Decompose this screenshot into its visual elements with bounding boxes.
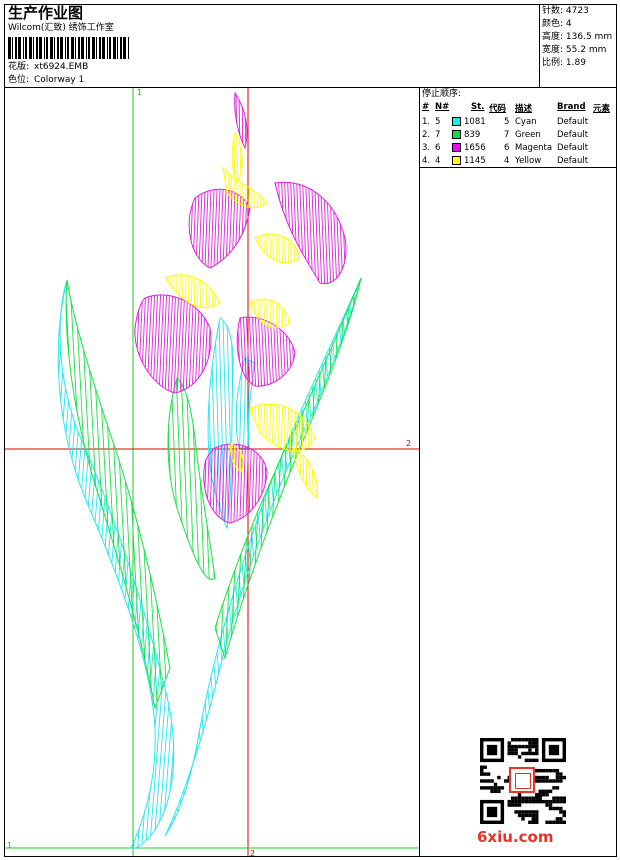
- row-code: 4: [504, 156, 510, 166]
- guide-label-vertical: 1: [137, 88, 143, 97]
- stat-row: 针数: 4723: [542, 5, 612, 17]
- petal-top-left: [188, 188, 251, 269]
- stat-label: 高度:: [542, 32, 564, 42]
- color-swatch: [452, 130, 461, 139]
- row-brand: Default: [557, 130, 589, 140]
- leaf-right-long: [164, 277, 362, 837]
- stat-value: 4723: [565, 6, 589, 16]
- col-header-description: 描述: [515, 104, 533, 114]
- page-title: 生产作业图: [8, 4, 84, 22]
- petal-lower: [203, 443, 268, 524]
- stat-value: 4: [565, 19, 572, 29]
- yellow-lower-right: [249, 403, 316, 452]
- leaf-inner: [167, 377, 216, 581]
- table-row: 4. 4 1145 4 Yellow Default: [422, 155, 617, 168]
- stat-value: 136.5 mm: [565, 32, 613, 42]
- stat-value: 1.89: [565, 58, 586, 68]
- stat-label: 颜色:: [542, 19, 564, 29]
- col-header-brand: Brand: [557, 102, 586, 112]
- yellow-fall-top: [254, 233, 301, 264]
- yellow-lower-center: [230, 442, 244, 473]
- guide-label-horizontal: 2: [406, 439, 412, 448]
- row-needle: 6: [435, 143, 441, 153]
- leaf-right-edge: [214, 277, 362, 660]
- bud-tip: [234, 91, 248, 150]
- row-brand: Default: [557, 117, 589, 127]
- row-needle: 4: [435, 156, 441, 166]
- row-description: Green: [515, 130, 541, 140]
- row-index: 3.: [422, 143, 431, 153]
- table-body: 1. 5 1081 5 Cyan Default 2. 7 839 7 Green Default 3.…: [422, 116, 617, 168]
- row-needle: 7: [435, 130, 441, 140]
- yellow-beard-top: [222, 166, 268, 209]
- stat-row: 比例: 1.89: [542, 57, 612, 69]
- stem-middle: [235, 357, 256, 449]
- table-row: 1. 5 1081 5 Cyan Default: [422, 116, 617, 129]
- col-header-needle: N#: [435, 102, 450, 112]
- row-description: Magenta: [515, 143, 553, 153]
- stat-row: 高度: 136.5 mm: [542, 31, 612, 43]
- stat-value: 55.2 mm: [565, 45, 607, 55]
- row-code: 6: [504, 143, 510, 153]
- petal-top-right: [274, 181, 347, 285]
- row-stitches: 1081: [464, 117, 486, 127]
- col-header-stitches: St.: [471, 102, 485, 112]
- stat-label: 宽度:: [542, 45, 564, 55]
- colorway-label: 色位:: [8, 75, 30, 85]
- petal-mid-right: [236, 316, 296, 387]
- row-description: Cyan: [515, 117, 537, 127]
- barcode: [8, 37, 129, 59]
- colorway-name: Colorway 1: [34, 75, 85, 85]
- yellow-lower-tail: [292, 447, 319, 499]
- row-index: 1.: [422, 117, 431, 127]
- stat-label: 比例:: [542, 58, 564, 68]
- color-swatch: [452, 143, 461, 152]
- stat-row: 颜色: 4: [542, 18, 612, 30]
- row-code: 5: [504, 117, 510, 127]
- design-label: 花版:: [8, 62, 30, 72]
- color-swatch: [452, 117, 461, 126]
- table-row: 3. 6 1656 6 Magenta Default: [422, 142, 617, 155]
- col-header-element: 元素: [593, 104, 611, 114]
- embroidery-design: [5, 88, 419, 856]
- row-index: 2.: [422, 130, 431, 140]
- row-stitches: 1656: [464, 143, 486, 153]
- leaf-left-long: [57, 279, 175, 849]
- row-brand: Default: [557, 143, 589, 153]
- row-stitches: 1145: [464, 156, 486, 166]
- design-file-name: xt6924.EMB: [34, 62, 89, 72]
- yellow-beard-mid: [164, 274, 221, 309]
- row-description: Yellow: [515, 156, 542, 166]
- row-brand: Default: [557, 156, 589, 166]
- petal-mid-left: [134, 294, 212, 394]
- col-header-code: 代码: [489, 104, 507, 114]
- guide-label-bottom: 2: [250, 849, 256, 858]
- yellow-crest-top: [231, 131, 243, 185]
- guide-label-corner: 1: [7, 841, 13, 850]
- stats-list: 针数: 4723 颜色: 4 高度: 136.5 mm 宽度: 55.2 mm …: [542, 5, 612, 69]
- stat-label: 针数:: [542, 6, 564, 16]
- color-swatch: [452, 156, 461, 165]
- row-index: 4.: [422, 156, 431, 166]
- row-stitches: 839: [464, 130, 481, 140]
- stat-row: 宽度: 55.2 mm: [542, 44, 612, 56]
- table-header-row: # N# St. 代码 描述 Brand 元素: [422, 102, 617, 114]
- watermark-text: 6xiu.com: [477, 828, 554, 846]
- yellow-fall-mid: [249, 298, 291, 329]
- leaf-left-edge: [65, 279, 171, 710]
- red-seal: [509, 767, 535, 793]
- stop-sequence-caption: 停止顺序:: [422, 89, 462, 99]
- col-header-index: #: [422, 102, 430, 112]
- stem-upper: [207, 317, 234, 530]
- row-code: 7: [504, 130, 510, 140]
- row-needle: 5: [435, 117, 441, 127]
- studio-subtitle: Wilcom(汇致) 绣饰工作室: [8, 23, 114, 33]
- table-row: 2. 7 839 7 Green Default: [422, 129, 617, 142]
